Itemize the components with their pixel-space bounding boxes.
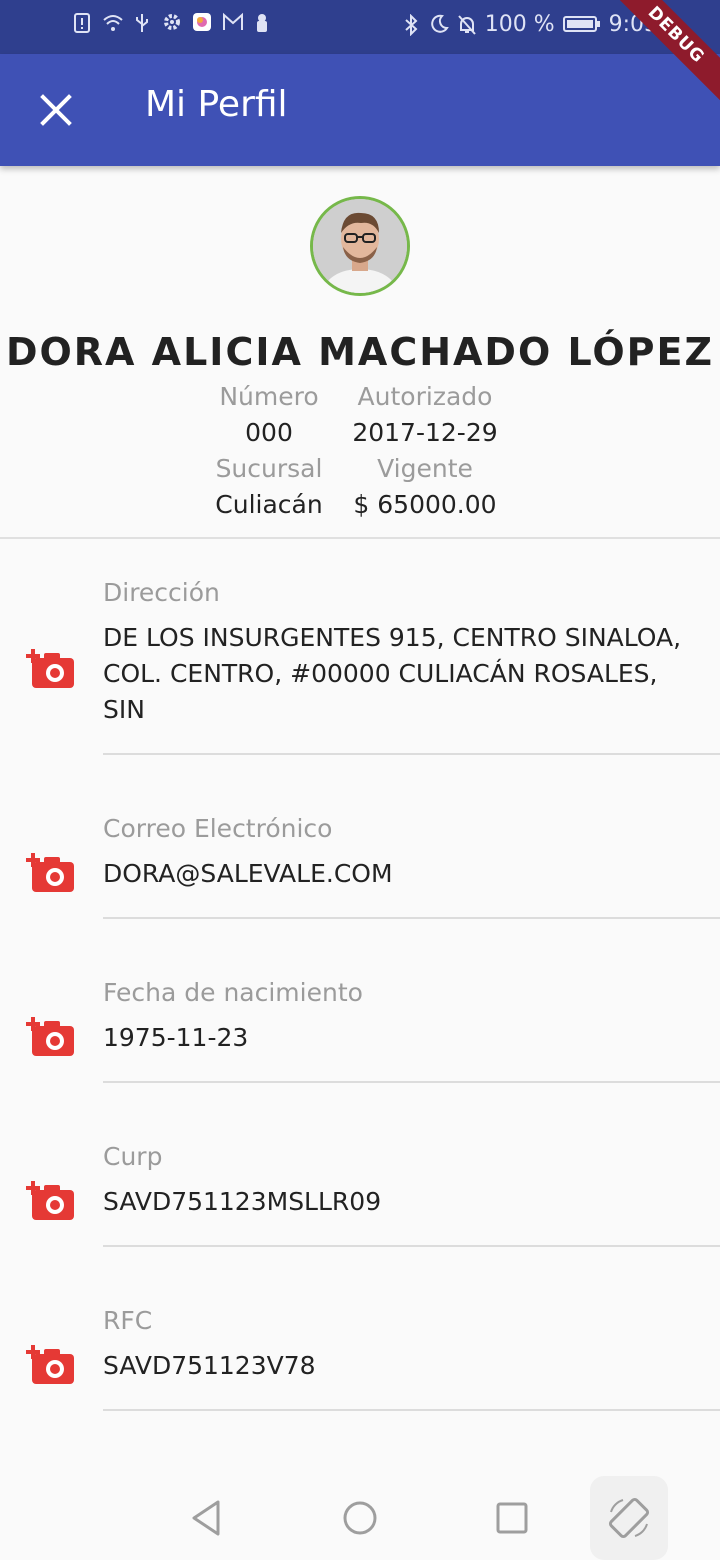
system-nav-bar [0, 1476, 720, 1560]
field-value[interactable]: DE LOS INSURGENTES 915, CENTRO SINALOA, … [103, 620, 700, 728]
recents-icon [496, 1502, 528, 1534]
field-underline [103, 753, 720, 755]
settings-icon [162, 12, 182, 34]
field-value[interactable]: SAVD751123V78 [103, 1348, 700, 1384]
autorizado-label: Autorizado [357, 382, 493, 411]
field-underline [103, 917, 720, 919]
back-button[interactable] [182, 1494, 230, 1542]
close-button[interactable] [36, 90, 76, 130]
home-icon [343, 1501, 377, 1535]
add-a-photo-icon[interactable] [26, 852, 76, 894]
rotate-button[interactable] [590, 1476, 668, 1560]
autorizado-value: 2017-12-29 [352, 418, 498, 447]
avatar[interactable] [310, 196, 410, 296]
alert-icon [72, 12, 92, 34]
app-icon [192, 12, 212, 34]
add-a-photo-icon[interactable] [26, 648, 76, 690]
page-title: Mi Perfil [145, 84, 288, 125]
field-label: Dirección [103, 578, 220, 607]
field-fecha-nacimiento: Fecha de nacimiento 1975-11-23 [0, 960, 720, 1084]
field-value[interactable]: SAVD751123MSLLR09 [103, 1184, 700, 1220]
bluetooth-icon [401, 13, 421, 36]
field-value[interactable]: DORA@SALEVALE.COM [103, 856, 700, 892]
field-curp: Curp SAVD751123MSLLR09 [0, 1124, 720, 1248]
numero-value: 000 [245, 418, 293, 447]
field-correo: Correo Electrónico DORA@SALEVALE.COM [0, 796, 720, 920]
rotate-icon [608, 1497, 650, 1539]
add-a-photo-icon[interactable] [26, 1016, 76, 1058]
status-bar: 100 % 9:05 [0, 0, 720, 54]
vigente-label: Vigente [377, 454, 473, 483]
keyhole-icon [252, 12, 272, 34]
moon-icon [429, 14, 449, 36]
back-icon [192, 1500, 220, 1536]
field-label: Correo Electrónico [103, 814, 333, 843]
status-bar-right-icons: 100 % 9:05 [401, 12, 658, 37]
profile-name: DORA ALICIA MACHADO LÓPEZ [5, 330, 715, 374]
field-label: Curp [103, 1142, 163, 1171]
usb-icon [132, 12, 152, 34]
vigente-value: $ 65000.00 [353, 490, 497, 519]
add-a-photo-icon[interactable] [26, 1180, 76, 1222]
field-underline [103, 1409, 720, 1411]
header-divider [0, 537, 720, 539]
field-label: Fecha de nacimiento [103, 978, 363, 1007]
field-underline [103, 1081, 720, 1083]
field-value[interactable]: 1975-11-23 [103, 1020, 700, 1056]
bell-off-icon [457, 14, 477, 36]
status-bar-left-icons [72, 12, 272, 34]
avatar-image [313, 199, 407, 293]
field-underline [103, 1245, 720, 1247]
recents-button[interactable] [488, 1494, 536, 1542]
battery-percent: 100 % [484, 12, 555, 37]
gmail-icon [222, 12, 243, 34]
field-rfc: RFC SAVD751123V78 [0, 1288, 720, 1412]
numero-label: Número [219, 382, 319, 411]
sucursal-value: Culiacán [215, 490, 323, 519]
field-direccion: Dirección DE LOS INSURGENTES 915, CENTRO… [0, 560, 720, 755]
add-a-photo-icon[interactable] [26, 1344, 76, 1386]
close-icon [40, 94, 72, 126]
wifi-icon [102, 12, 123, 34]
sucursal-label: Sucursal [215, 454, 323, 483]
home-button[interactable] [336, 1494, 384, 1542]
battery-icon [562, 14, 601, 36]
app-bar: Mi Perfil [0, 54, 720, 166]
field-label: RFC [103, 1306, 153, 1335]
